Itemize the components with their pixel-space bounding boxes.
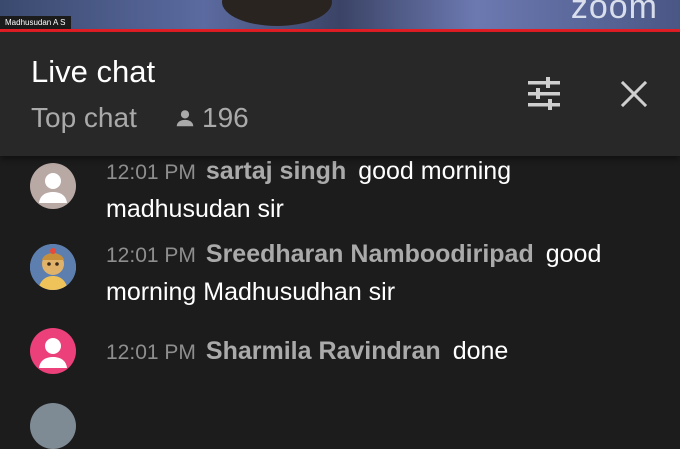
chat-title: Live chat (31, 54, 156, 89)
message-time: 12:01 PM (106, 244, 196, 267)
video-strip: Madhusudan A S zoom (0, 0, 680, 30)
viewer-count-value: 196 (202, 102, 249, 133)
default-avatar-icon (39, 173, 67, 203)
message-author[interactable]: Sreedharan Namboodiripad (206, 240, 534, 268)
illustrated-avatar-icon (30, 244, 76, 290)
chat-mode-selector[interactable]: Top chat (31, 102, 137, 134)
avatar[interactable] (30, 163, 76, 209)
message-body: 12:01 PM sartaj singh good morning madhusu… (106, 153, 646, 227)
close-button[interactable] (612, 74, 656, 114)
message-time: 12:01 PM (106, 341, 196, 364)
message-body: 12:01 PM Sharmila Ravindran done (106, 333, 646, 371)
chat-header: Live chat Top chat 196 (0, 32, 680, 156)
avatar[interactable] (30, 244, 76, 290)
avatar[interactable] (30, 403, 76, 449)
message-body: 12:01 PM Sreedharan Namboodiripad good mor… (106, 236, 646, 310)
message-author[interactable]: Sharmila Ravindran (206, 337, 441, 365)
person-icon (176, 110, 194, 127)
message-author[interactable]: sartaj singh (206, 157, 346, 185)
zoom-watermark: zoom (570, 0, 658, 26)
close-icon (620, 80, 648, 108)
message-text: done (452, 337, 509, 365)
message-time: 12:01 PM (106, 161, 196, 184)
default-avatar-icon (39, 338, 67, 368)
video-speaker-image (222, 0, 332, 26)
filter-button[interactable] (520, 74, 568, 114)
avatar[interactable] (30, 328, 76, 374)
speaker-name-label: Madhusudan A S (0, 16, 71, 30)
viewer-count: 196 (174, 102, 249, 134)
tune-icon (528, 77, 560, 110)
